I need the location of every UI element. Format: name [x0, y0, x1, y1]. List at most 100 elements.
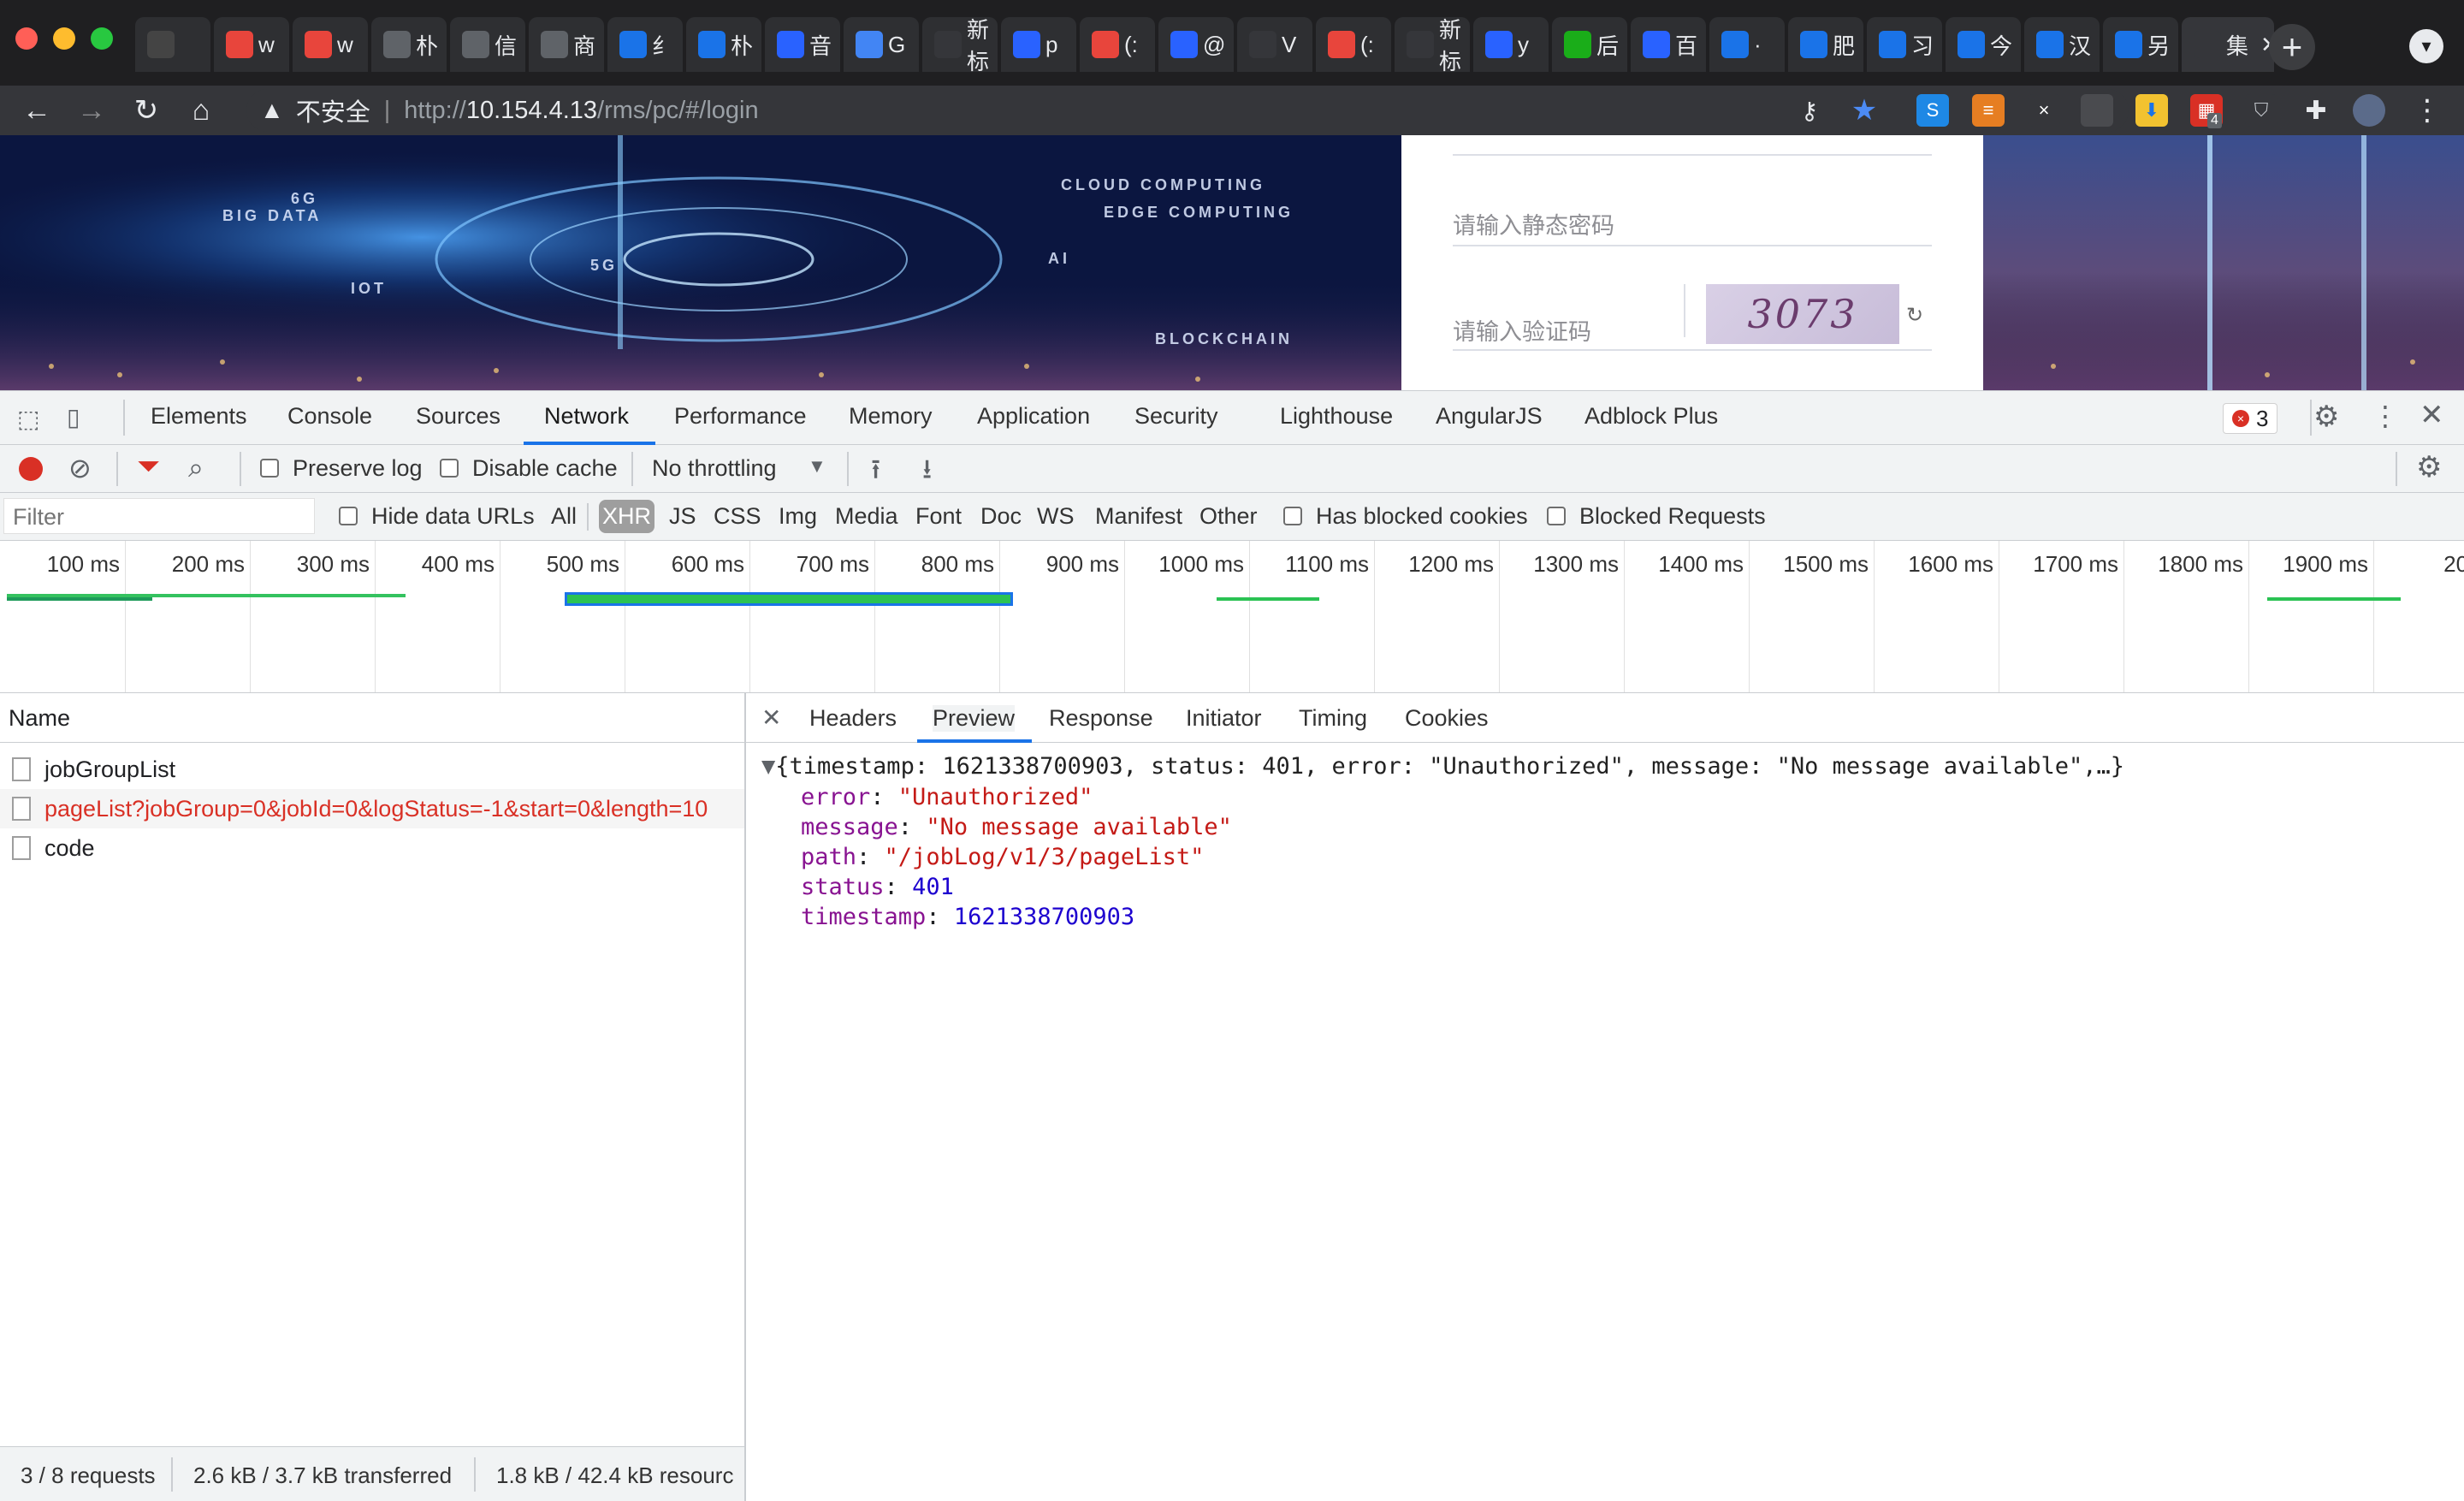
devtools-tab-application[interactable]: Application: [977, 403, 1090, 430]
reload-button[interactable]: ↻: [127, 91, 166, 130]
close-window-button[interactable]: [15, 27, 38, 50]
request-row[interactable]: code: [0, 828, 744, 868]
detail-tab-initiator[interactable]: Initiator: [1186, 705, 1262, 732]
preview-field[interactable]: error: "Unauthorized": [801, 784, 1093, 810]
browser-tab[interactable]: 另: [2103, 17, 2178, 72]
type-filter-manifest[interactable]: Manifest: [1092, 500, 1186, 533]
browser-tab[interactable]: 朴: [371, 17, 447, 72]
browser-tab[interactable]: w: [214, 17, 289, 72]
browser-menu-icon[interactable]: ⋮: [2408, 91, 2447, 130]
browser-tab[interactable]: @: [1158, 17, 1234, 72]
type-filter-media[interactable]: Media: [832, 500, 902, 533]
detail-tab-cookies[interactable]: Cookies: [1405, 705, 1489, 732]
browser-tab[interactable]: 音: [765, 17, 840, 72]
extension-s-icon[interactable]: S: [1916, 94, 1949, 127]
new-tab-button[interactable]: +: [2269, 24, 2315, 70]
expand-triangle-icon[interactable]: ▼: [761, 753, 775, 780]
browser-tab[interactable]: 朴: [686, 17, 761, 72]
browser-tab[interactable]: 新标: [922, 17, 998, 72]
tab-search-button[interactable]: ▾: [2409, 29, 2443, 63]
throttling-select[interactable]: No throttling: [652, 455, 777, 482]
browser-tab[interactable]: 商: [529, 17, 604, 72]
disable-cache-checkbox[interactable]: [440, 459, 459, 478]
network-timeline-overview[interactable]: 100 ms 200 ms 300 ms 400 ms 500 ms 600 ms 700 …: [0, 541, 2464, 693]
has-blocked-cookies-checkbox[interactable]: [1283, 507, 1302, 525]
devtools-tab-security[interactable]: Security: [1134, 403, 1218, 430]
detail-tab-headers[interactable]: Headers: [809, 705, 897, 732]
error-count-badge[interactable]: × 3: [2223, 403, 2278, 434]
type-filter-img[interactable]: Img: [775, 500, 820, 533]
devtools-tab-sources[interactable]: Sources: [416, 403, 500, 430]
record-button[interactable]: [19, 457, 43, 481]
devtools-tab-angularjs[interactable]: AngularJS: [1436, 403, 1543, 430]
type-filter-all[interactable]: All: [548, 500, 580, 533]
extension-shield-icon[interactable]: ⛉: [2245, 94, 2277, 127]
browser-tab[interactable]: 今: [1946, 17, 2021, 72]
close-devtools-icon[interactable]: ✕: [2420, 398, 2444, 432]
extension-dark-icon[interactable]: [2081, 94, 2113, 127]
network-settings-icon[interactable]: ⚙: [2416, 450, 2442, 484]
browser-tab[interactable]: [135, 17, 210, 72]
forward-button[interactable]: →: [72, 91, 111, 130]
browser-tab[interactable]: 肥: [1788, 17, 1863, 72]
devtools-tab-console[interactable]: Console: [287, 403, 372, 430]
type-filter-ws[interactable]: WS: [1034, 500, 1078, 533]
bookmark-star-icon[interactable]: ★: [1845, 91, 1884, 130]
devtools-tab-lighthouse[interactable]: Lighthouse: [1280, 403, 1393, 430]
browser-tab[interactable]: 信: [450, 17, 525, 72]
devtools-tab-adblock-plus[interactable]: Adblock Plus: [1584, 403, 1718, 430]
preview-field[interactable]: timestamp: 1621338700903: [801, 904, 1134, 930]
preserve-log-checkbox[interactable]: [260, 459, 279, 478]
maximize-window-button[interactable]: [91, 27, 113, 50]
close-detail-icon[interactable]: ✕: [761, 703, 781, 732]
password-input[interactable]: 请输入静态密码: [1453, 207, 1614, 240]
browser-tab[interactable]: G: [844, 17, 919, 72]
inspect-element-icon[interactable]: ⬚: [17, 405, 39, 433]
browser-tab[interactable]: 新标: [1395, 17, 1470, 72]
minimize-window-button[interactable]: [53, 27, 75, 50]
type-filter-js[interactable]: JS: [666, 500, 700, 533]
captcha-input[interactable]: 请输入验证码: [1453, 313, 1591, 347]
browser-tab[interactable]: 集 ✕: [2182, 17, 2274, 72]
profile-avatar[interactable]: [2353, 94, 2385, 127]
captcha-image[interactable]: 3073: [1706, 284, 1899, 344]
browser-tab[interactable]: 习: [1867, 17, 1942, 72]
devtools-tab-performance[interactable]: Performance: [674, 403, 807, 430]
browser-tab[interactable]: p: [1001, 17, 1076, 72]
devtools-menu-icon[interactable]: ⋮: [2372, 400, 2399, 432]
filter-icon[interactable]: ⏷: [137, 450, 160, 484]
browser-tab[interactable]: V: [1237, 17, 1312, 72]
devtools-settings-icon[interactable]: ⚙: [2313, 400, 2339, 434]
preview-field[interactable]: path: "/jobLog/v1/3/pageList": [801, 844, 1204, 870]
device-toolbar-icon[interactable]: ▯: [67, 403, 80, 431]
devtools-tab-memory[interactable]: Memory: [849, 403, 933, 430]
name-column-header[interactable]: Name: [9, 705, 70, 732]
detail-tab-timing[interactable]: Timing: [1299, 705, 1367, 732]
type-filter-doc[interactable]: Doc: [977, 500, 1025, 533]
hide-data-urls-checkbox[interactable]: [339, 507, 358, 525]
filter-input[interactable]: Filter: [3, 498, 315, 534]
detail-tab-preview[interactable]: Preview: [933, 705, 1016, 732]
extension-stack-icon[interactable]: ≡: [1972, 94, 2005, 127]
browser-tab[interactable]: 汉: [2024, 17, 2100, 72]
preview-field[interactable]: status: 401: [801, 874, 954, 900]
browser-tab[interactable]: y: [1473, 17, 1549, 72]
browser-tab[interactable]: 纟: [607, 17, 683, 72]
detail-tab-response[interactable]: Response: [1049, 705, 1153, 732]
extension-x-icon[interactable]: ×: [2028, 94, 2060, 127]
type-filter-xhr[interactable]: XHR: [599, 500, 655, 533]
browser-tab[interactable]: ·: [1709, 17, 1785, 72]
extensions-puzzle-icon[interactable]: ✚: [2296, 91, 2336, 130]
devtools-tab-elements[interactable]: Elements: [151, 403, 247, 430]
extension-download-icon[interactable]: ⬇: [2135, 94, 2168, 127]
browser-tab[interactable]: 百: [1631, 17, 1706, 72]
type-filter-other[interactable]: Other: [1196, 500, 1261, 533]
type-filter-font[interactable]: Font: [912, 500, 965, 533]
preview-field[interactable]: message: "No message available": [801, 814, 1232, 840]
browser-tab[interactable]: w: [293, 17, 368, 72]
export-har-icon[interactable]: ⭳: [922, 450, 932, 496]
request-row[interactable]: jobGroupList: [0, 750, 744, 789]
browser-tab[interactable]: (:: [1316, 17, 1391, 72]
type-filter-css[interactable]: CSS: [710, 500, 765, 533]
preview-summary-row[interactable]: ▼{timestamp: 1621338700903, status: 401,…: [761, 753, 2124, 780]
